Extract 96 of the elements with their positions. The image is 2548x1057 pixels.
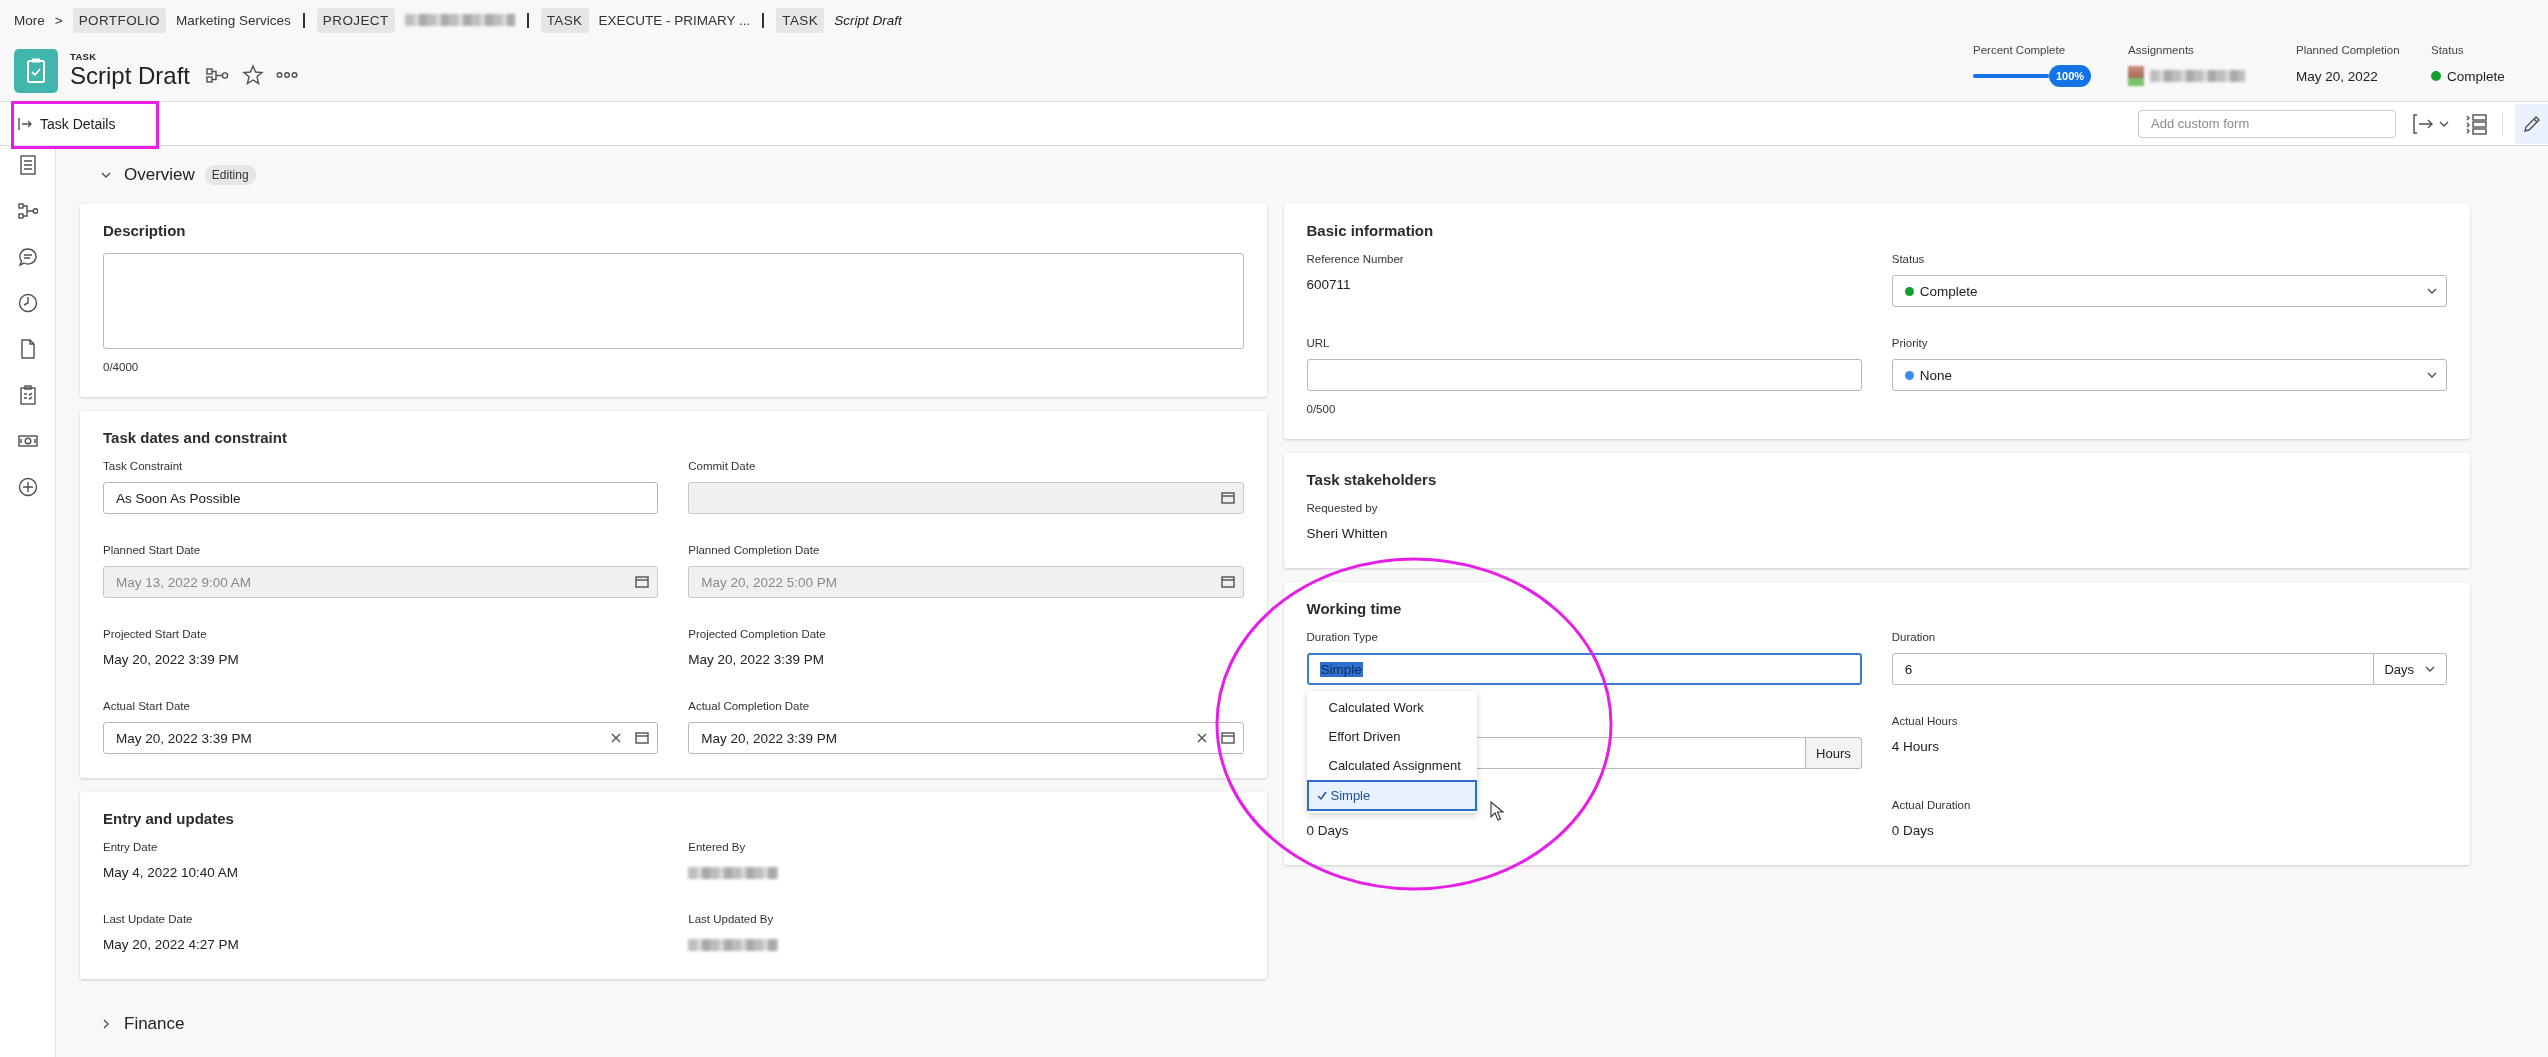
mouse-cursor-icon — [1489, 801, 1504, 821]
field-value: May 20, 2022 3:39 PM — [103, 651, 240, 669]
field-label: Planned Start Date — [103, 544, 202, 558]
panel-title: Task Details — [40, 115, 116, 132]
percent-badge[interactable]: 100% — [2049, 65, 2092, 87]
field-value: May 20, 2022 4:27 PM — [103, 936, 240, 954]
card-title: Description — [103, 222, 187, 239]
metric-label: Status — [2431, 44, 2465, 56]
field-label: Actual Hours — [1891, 715, 1959, 729]
field-label: Entry Date — [103, 841, 159, 855]
add-circle-icon[interactable] — [17, 477, 38, 497]
input-field[interactable] — [1306, 359, 1862, 391]
object-type-tag: TASK — [776, 7, 825, 33]
card-title: Task stakeholders — [1306, 471, 1438, 488]
card-title: Working time — [1306, 600, 1403, 617]
field-label: Projected Completion Date — [688, 628, 827, 642]
document-icon[interactable] — [17, 155, 38, 175]
field-value: 4 Hours — [1891, 738, 1941, 756]
field-label: Actual Start Date — [103, 700, 191, 714]
input-field[interactable]: As Soon As Possible — [103, 482, 659, 514]
breadcrumb-link[interactable]: EXECUTE - PRIMARY ... — [598, 12, 751, 28]
planned-completion-date: May 20, 2022 — [2296, 68, 2378, 84]
field-value: 600711 — [1306, 276, 1352, 294]
field-label: Reference Number — [1306, 253, 1405, 267]
unit-dropdown[interactable]: Days — [2374, 653, 2447, 685]
metric-label: Planned Completion — [2296, 44, 2401, 56]
field-label: Last Update Date — [103, 913, 194, 927]
object-type-label: TASK — [70, 51, 98, 62]
object-type-tag: PORTFOLIO — [72, 7, 167, 33]
breadcrumb-separator: > — [54, 12, 63, 28]
hierarchy-icon[interactable] — [17, 201, 38, 221]
field-label: Projected Start Date — [103, 628, 208, 642]
calendar-icon[interactable] — [1220, 732, 1235, 744]
field-label: Planned Completion Date — [688, 544, 821, 558]
calendar-icon[interactable] — [635, 732, 650, 744]
date-field[interactable]: May 20, 2022 3:39 PM — [103, 722, 659, 754]
object-type-tag: PROJECT — [316, 7, 395, 33]
field-value: 0 Days — [1891, 822, 1935, 840]
hierarchy-icon[interactable] — [206, 66, 231, 83]
character-counter: 0/4000 — [103, 361, 140, 373]
metric-label: Assignments — [2128, 44, 2195, 56]
dropdown-option[interactable]: Calculated Assignment — [1306, 751, 1477, 780]
description-field[interactable] — [103, 253, 1244, 349]
field-label: Priority — [1891, 337, 1929, 351]
list-view-icon[interactable] — [2466, 112, 2488, 135]
number-field[interactable]: 6 — [1891, 653, 2375, 685]
field-label: Duration — [1891, 631, 1937, 645]
card-title: Task dates and constraint — [103, 429, 288, 446]
more-icon[interactable] — [276, 70, 299, 79]
date-field[interactable]: May 20, 2022 3:39 PM — [688, 722, 1244, 754]
field-label: Entered By — [688, 841, 747, 855]
chat-icon[interactable] — [17, 247, 38, 267]
character-counter: 0/500 — [1306, 403, 1337, 415]
star-icon[interactable] — [242, 63, 265, 86]
breadcrumb-link[interactable]: More — [14, 12, 45, 28]
field-label: Last Updated By — [688, 913, 775, 927]
current-page-title: Script Draft — [834, 12, 902, 28]
dropdown-option[interactable]: Simple — [1306, 780, 1477, 811]
field-label: URL — [1306, 337, 1331, 351]
task-title: Script Draft — [70, 62, 191, 90]
breadcrumb-link[interactable]: Marketing Services — [176, 12, 291, 28]
field-value: Sheri Whitten — [1306, 525, 1389, 543]
field-label: Actual Duration — [1891, 799, 1972, 813]
field-label: Requested by — [1306, 502, 1379, 516]
check-icon — [1316, 790, 1327, 801]
edit-button[interactable] — [2515, 103, 2548, 144]
section-title[interactable]: Overview — [124, 165, 195, 185]
custom-form-field[interactable]: Add custom form — [2138, 109, 2396, 138]
status-text: Complete — [2447, 68, 2505, 84]
field-label: Actual Completion Date — [688, 700, 811, 714]
clear-icon[interactable] — [611, 733, 622, 743]
panel-toggle-icon[interactable] — [18, 116, 32, 131]
field-label: Duration Type — [1306, 631, 1379, 645]
dropdown-option[interactable]: Effort Driven — [1306, 722, 1477, 751]
field-value: May 4, 2022 10:40 AM — [103, 864, 240, 882]
select-field[interactable]: None — [1891, 359, 2447, 391]
clipboard-icon[interactable] — [17, 385, 38, 405]
select-field[interactable]: Complete — [1891, 275, 2447, 307]
clear-icon[interactable] — [1196, 733, 1207, 743]
field-value: 0 Days — [1306, 822, 1350, 840]
dropdown-option[interactable]: Calculated Work — [1306, 693, 1477, 722]
field-label: Status — [1891, 253, 1926, 267]
section-title[interactable]: Finance — [124, 1014, 185, 1034]
field-label: Task Constraint — [103, 460, 184, 474]
status-badge: Editing — [204, 165, 256, 185]
metric-label: Percent Complete — [1973, 44, 2067, 56]
field-value: May 20, 2022 3:39 PM — [688, 651, 826, 669]
card-title: Entry and updates — [103, 810, 235, 827]
object-type-tag: TASK — [540, 7, 589, 33]
task-clipboard-icon — [14, 48, 58, 93]
clock-icon[interactable] — [17, 293, 38, 313]
field-label: Commit Date — [688, 460, 757, 474]
avatar — [2128, 66, 2144, 86]
unit-label: Hours — [1806, 737, 1862, 769]
export-icon[interactable] — [2412, 112, 2434, 135]
card-title: Basic information — [1306, 222, 1435, 239]
